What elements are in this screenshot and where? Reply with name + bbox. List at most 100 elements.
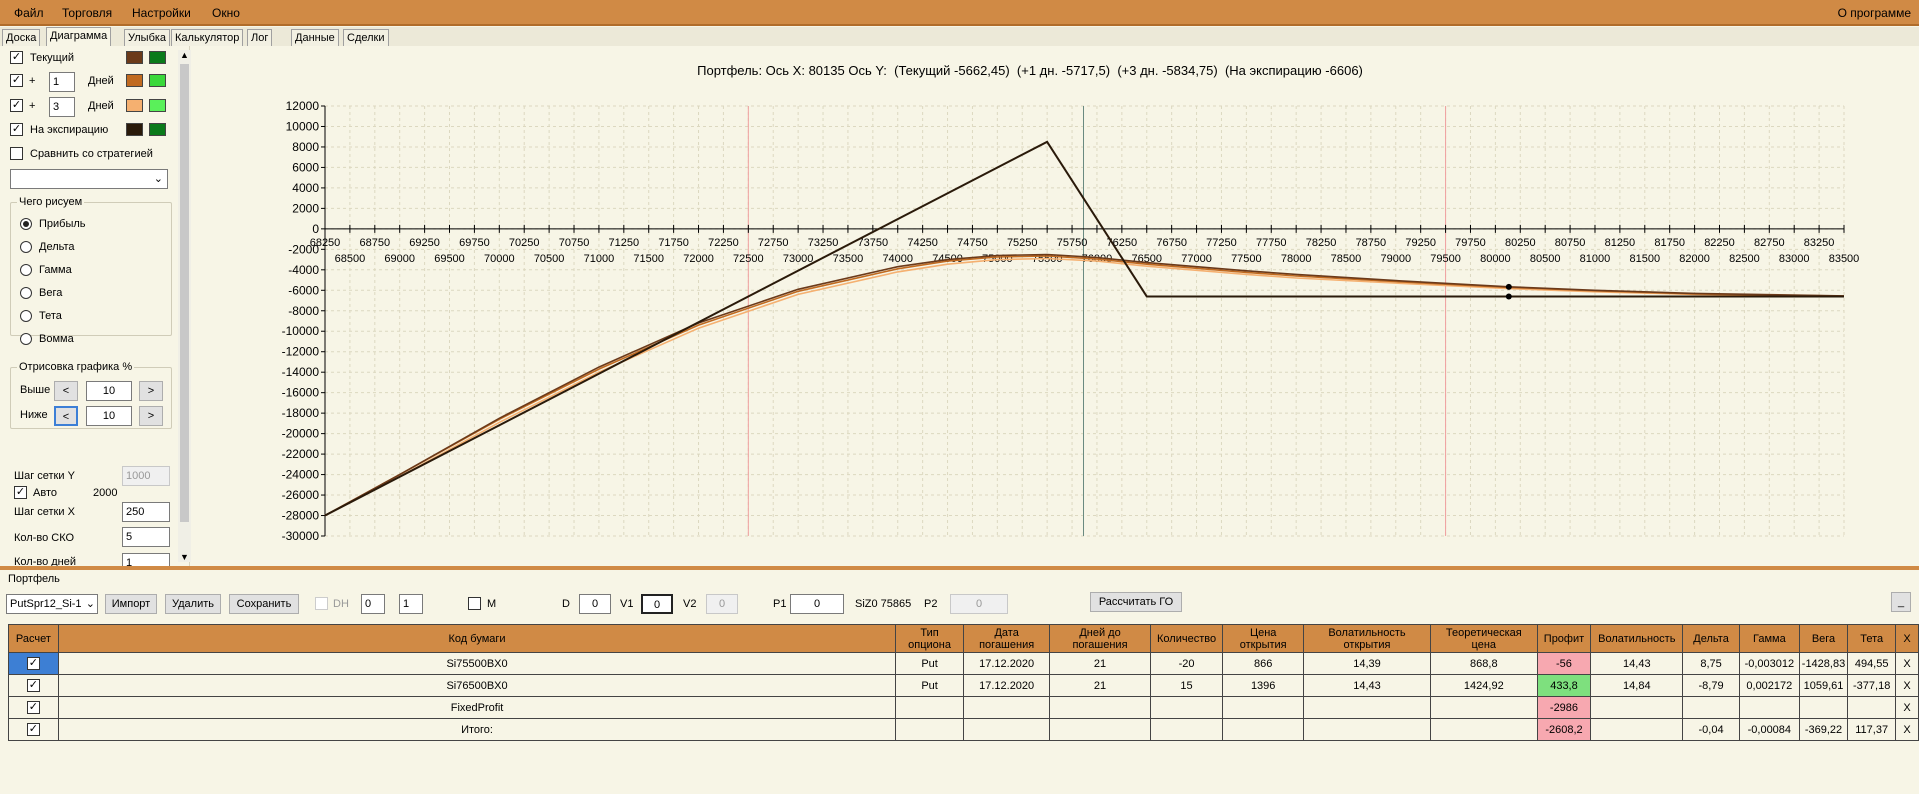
tab-deals[interactable]: Сделки xyxy=(343,29,389,46)
portfolio-select[interactable]: PutSpr12_Si-1 ⌄ xyxy=(6,594,98,614)
calc-cell[interactable]: ✓ xyxy=(8,696,59,719)
col-header-calc[interactable]: Расчет xyxy=(8,624,59,653)
table-row-total[interactable]: ✓ Итого: -2608,2 -0,04 -0,00084 -369,22 … xyxy=(8,718,1919,741)
qty-cell[interactable] xyxy=(1149,696,1224,719)
menu-settings[interactable]: Настройки xyxy=(132,6,191,20)
col-header-open-price[interactable]: Цена открытия xyxy=(1222,624,1304,653)
col-header-code[interactable]: Код бумаги xyxy=(57,624,897,653)
sko-input[interactable]: 5 xyxy=(122,527,170,547)
strategy-dropdown[interactable]: ⌄ xyxy=(10,169,168,189)
calc-cell[interactable]: ✓ xyxy=(8,674,59,697)
row-calc-checkbox[interactable]: ✓ xyxy=(26,679,40,692)
payoff-chart[interactable]: 120001000080006000400020000-2000-4000-60… xyxy=(190,78,1919,544)
radio-vega[interactable] xyxy=(20,287,32,299)
remove-row-button[interactable]: X xyxy=(1895,696,1919,719)
current-color-swatch-2[interactable] xyxy=(149,51,166,64)
col-header-expiry-date[interactable]: Дата погашения xyxy=(962,624,1051,653)
p1-input[interactable]: 0 xyxy=(790,594,844,614)
scroll-down-icon[interactable]: ▼ xyxy=(180,552,189,562)
col-header-theta[interactable]: Тета xyxy=(1847,624,1897,653)
dh-input-2[interactable]: 1 xyxy=(399,594,423,614)
tab-smile[interactable]: Улыбка xyxy=(124,29,171,46)
below-increase-button[interactable]: > xyxy=(139,406,163,426)
radio-vomma[interactable] xyxy=(20,333,32,345)
remove-row-button[interactable]: X xyxy=(1895,674,1919,697)
tab-calculator[interactable]: Калькулятор xyxy=(171,29,244,46)
table-row[interactable]: ✓ Si75500BX0 Put 17.12.2020 21 -20 866 1… xyxy=(8,652,1919,675)
qty-cell[interactable]: 15 xyxy=(1149,674,1224,697)
open-price-cell[interactable] xyxy=(1222,718,1304,741)
radio-theta[interactable] xyxy=(20,310,32,322)
dh-checkbox[interactable] xyxy=(315,597,328,610)
below-input[interactable]: 10 xyxy=(86,406,132,426)
auto-checkbox[interactable]: ✓ xyxy=(14,486,27,499)
days3-input[interactable]: 3 xyxy=(49,97,75,117)
qty-cell[interactable]: -20 xyxy=(1149,652,1224,675)
calc-cell[interactable]: ✓ xyxy=(8,718,59,741)
expiration-checkbox[interactable]: ✓ xyxy=(10,123,23,136)
menu-file[interactable]: Файл xyxy=(14,6,44,20)
days1-color-swatch-2[interactable] xyxy=(149,74,166,87)
calc-cell[interactable]: ✓ xyxy=(8,652,59,675)
plus-days3-checkbox[interactable]: ✓ xyxy=(10,99,23,112)
compare-checkbox[interactable] xyxy=(10,147,23,160)
expiration-color-swatch-2[interactable] xyxy=(149,123,166,136)
row-calc-checkbox[interactable]: ✓ xyxy=(26,701,40,714)
days1-input[interactable]: 1 xyxy=(49,72,75,92)
tab-board[interactable]: Доска xyxy=(2,29,41,46)
grid-x-input[interactable]: 250 xyxy=(122,502,170,522)
open-price-cell[interactable]: 866 xyxy=(1222,652,1304,675)
d-input[interactable]: 0 xyxy=(579,594,611,614)
import-button[interactable]: Импорт xyxy=(105,594,157,614)
scroll-thumb[interactable] xyxy=(180,64,189,522)
minimize-button[interactable]: _ xyxy=(1891,592,1911,612)
col-header-remove[interactable]: X xyxy=(1895,624,1919,653)
menu-about[interactable]: О программе xyxy=(1838,6,1911,20)
col-header-gamma[interactable]: Гамма xyxy=(1738,624,1800,653)
col-header-theor-price[interactable]: Теоретическая цена xyxy=(1430,624,1538,653)
delete-button[interactable]: Удалить xyxy=(165,594,221,614)
above-increase-button[interactable]: > xyxy=(139,381,163,401)
p2-input[interactable]: 0 xyxy=(950,594,1008,614)
scroll-up-icon[interactable]: ▲ xyxy=(180,50,189,60)
days-count-input[interactable]: 1 xyxy=(122,553,170,566)
col-header-option-type[interactable]: Тип опциона xyxy=(895,624,964,653)
col-header-volatility[interactable]: Волатильность xyxy=(1590,624,1684,653)
row-calc-checkbox[interactable]: ✓ xyxy=(26,723,40,736)
above-decrease-button[interactable]: < xyxy=(54,381,78,401)
v2-input[interactable]: 0 xyxy=(706,594,738,614)
radio-gamma[interactable] xyxy=(20,264,32,276)
plus-days1-checkbox[interactable]: ✓ xyxy=(10,74,23,87)
tab-log[interactable]: Лог xyxy=(247,29,273,46)
days3-color-swatch-2[interactable] xyxy=(149,99,166,112)
col-header-vega[interactable]: Вега xyxy=(1798,624,1849,653)
current-color-swatch[interactable] xyxy=(126,51,143,64)
qty-cell[interactable] xyxy=(1149,718,1224,741)
expiration-color-swatch[interactable] xyxy=(126,123,143,136)
table-row[interactable]: ✓ FixedProfit -2986 X xyxy=(8,696,1919,719)
m-checkbox[interactable] xyxy=(468,597,481,610)
remove-row-button[interactable]: X xyxy=(1895,652,1919,675)
v1-input[interactable]: 0 xyxy=(641,594,673,614)
menu-trading[interactable]: Торговля xyxy=(62,6,112,20)
save-button[interactable]: Сохранить xyxy=(229,594,299,614)
days1-color-swatch[interactable] xyxy=(126,74,143,87)
col-header-open-volatility[interactable]: Волатильность открытия xyxy=(1302,624,1432,653)
menu-window[interactable]: Окно xyxy=(212,6,240,20)
above-input[interactable]: 10 xyxy=(86,381,132,401)
calc-go-button[interactable]: Рассчитать ГО xyxy=(1090,592,1182,612)
current-checkbox[interactable]: ✓ xyxy=(10,51,23,64)
days3-color-swatch[interactable] xyxy=(126,99,143,112)
tab-diagram[interactable]: Диаграмма xyxy=(46,27,112,46)
open-price-cell[interactable] xyxy=(1222,696,1304,719)
table-row[interactable]: ✓ Si76500BX0 Put 17.12.2020 21 15 1396 1… xyxy=(8,674,1919,697)
radio-profit[interactable] xyxy=(20,218,32,230)
col-header-days-to-expiry[interactable]: Дней до погашения xyxy=(1049,624,1151,653)
dh-input-1[interactable]: 0 xyxy=(361,594,385,614)
row-calc-checkbox[interactable]: ✓ xyxy=(26,657,40,670)
remove-row-button[interactable]: X xyxy=(1895,718,1919,741)
col-header-delta[interactable]: Дельта xyxy=(1682,624,1740,653)
radio-delta[interactable] xyxy=(20,241,32,253)
open-price-cell[interactable]: 1396 xyxy=(1222,674,1304,697)
tab-data[interactable]: Данные xyxy=(291,29,339,46)
